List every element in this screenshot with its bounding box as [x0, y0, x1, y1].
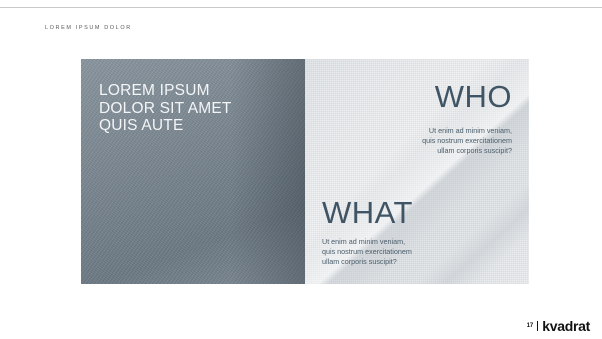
who-heading: WHO	[434, 79, 512, 114]
what-heading: WHAT	[322, 195, 413, 230]
panel-headline: LOREM IPSUM DOLOR SIT AMET QUIS AUTE	[99, 82, 232, 134]
fabric-shadow	[231, 59, 305, 284]
who-body-text: Ut enim ad minim veniam, quis nostrum ex…	[422, 126, 512, 155]
footer-divider	[537, 321, 539, 331]
what-body-text: Ut enim ad minim veniam, quis nostrum ex…	[322, 237, 412, 266]
right-fabric-panel: WHO Ut enim ad minim veniam, quis nostru…	[305, 59, 529, 284]
slide-eyebrow: LOREM IPSUM DOLOR	[45, 25, 132, 31]
left-fabric-panel: LOREM IPSUM DOLOR SIT AMET QUIS AUTE	[81, 59, 305, 284]
brand-logo: kvadrat	[542, 318, 590, 334]
top-rule	[0, 7, 602, 8]
slide-footer: 17 kvadrat	[526, 317, 591, 335]
presentation-slide: LOREM IPSUM DOLOR LOREM IPSUM DOLOR SIT …	[0, 0, 602, 339]
page-number: 17	[526, 323, 534, 329]
